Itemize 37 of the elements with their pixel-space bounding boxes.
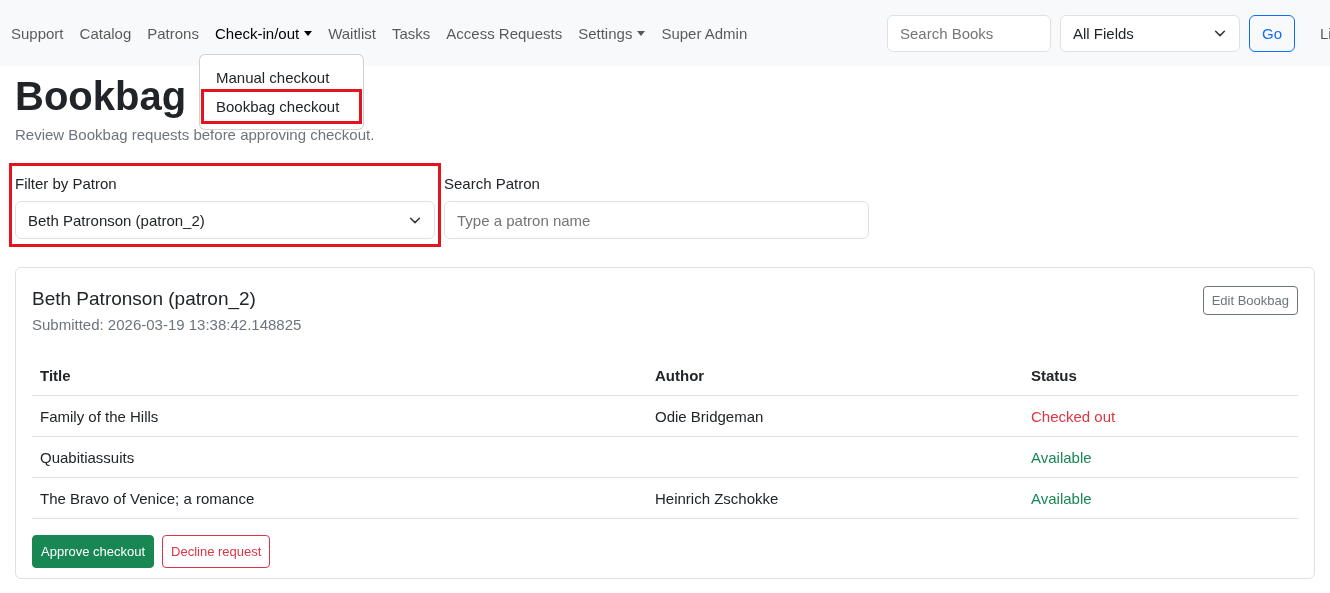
table-cell: Quabitiassuits [32,436,647,478]
edit-button[interactable]: Edit Bookbag [1202,286,1298,315]
search-field[interactable]: Search Books [887,14,1051,52]
page-subtitle: Review Bookbag requests before approving checkout. [15,126,376,143]
card-title: Beth Patronson (patron_2) [32,287,257,310]
nav-link[interactable]: Support [3,16,72,50]
nav-link[interactable]: Li [1320,24,1330,42]
status-cell: Available [1023,477,1298,519]
nav-link[interactable]: Tasks [383,16,439,50]
field-label: Filter by Patron [15,175,118,192]
approve-button[interactable]: Approve checkout [32,535,155,568]
nav-link[interactable]: Patrons [139,16,207,50]
decline-button[interactable]: Decline request [162,535,271,568]
nav-link[interactable]: Check-in/out [206,16,321,50]
table-cell: Heinrich Zschokke [647,477,1023,519]
field-label: Search Patron [444,175,541,192]
menu-item[interactable]: Manual checkout [203,62,359,92]
submitted-date: Submitted: 2026-03-19 13:38:42.148825 [32,316,302,333]
patron-search-field[interactable]: Type a patron name [444,201,869,239]
status-cell: Checked out [1023,395,1298,437]
nav-link[interactable]: Settings [570,16,654,50]
table-cell: The Bravo of Venice; a romance [32,477,647,519]
column-header: Status [1023,355,1298,396]
field-select[interactable]: All Fields [1060,14,1240,52]
status-cell: Available [1023,436,1298,478]
nav-link[interactable]: Access Requests [438,16,571,50]
table-cell: Odie Bridgeman [647,395,1023,437]
menu-item[interactable]: Bookbag checkout [203,91,359,121]
column-header: Title [32,355,647,396]
patron-select[interactable]: Beth Patronson (patron_2) [15,201,435,239]
nav-link[interactable]: Catalog [71,16,140,50]
go-button[interactable]: Go [1249,14,1295,52]
table-cell: Family of the Hills [32,395,647,437]
page-title: Bookbag [15,73,187,120]
nav-link[interactable]: Super Admin [653,16,756,50]
nav-link[interactable]: Waitlist [320,16,384,50]
column-header: Author [647,355,1023,396]
